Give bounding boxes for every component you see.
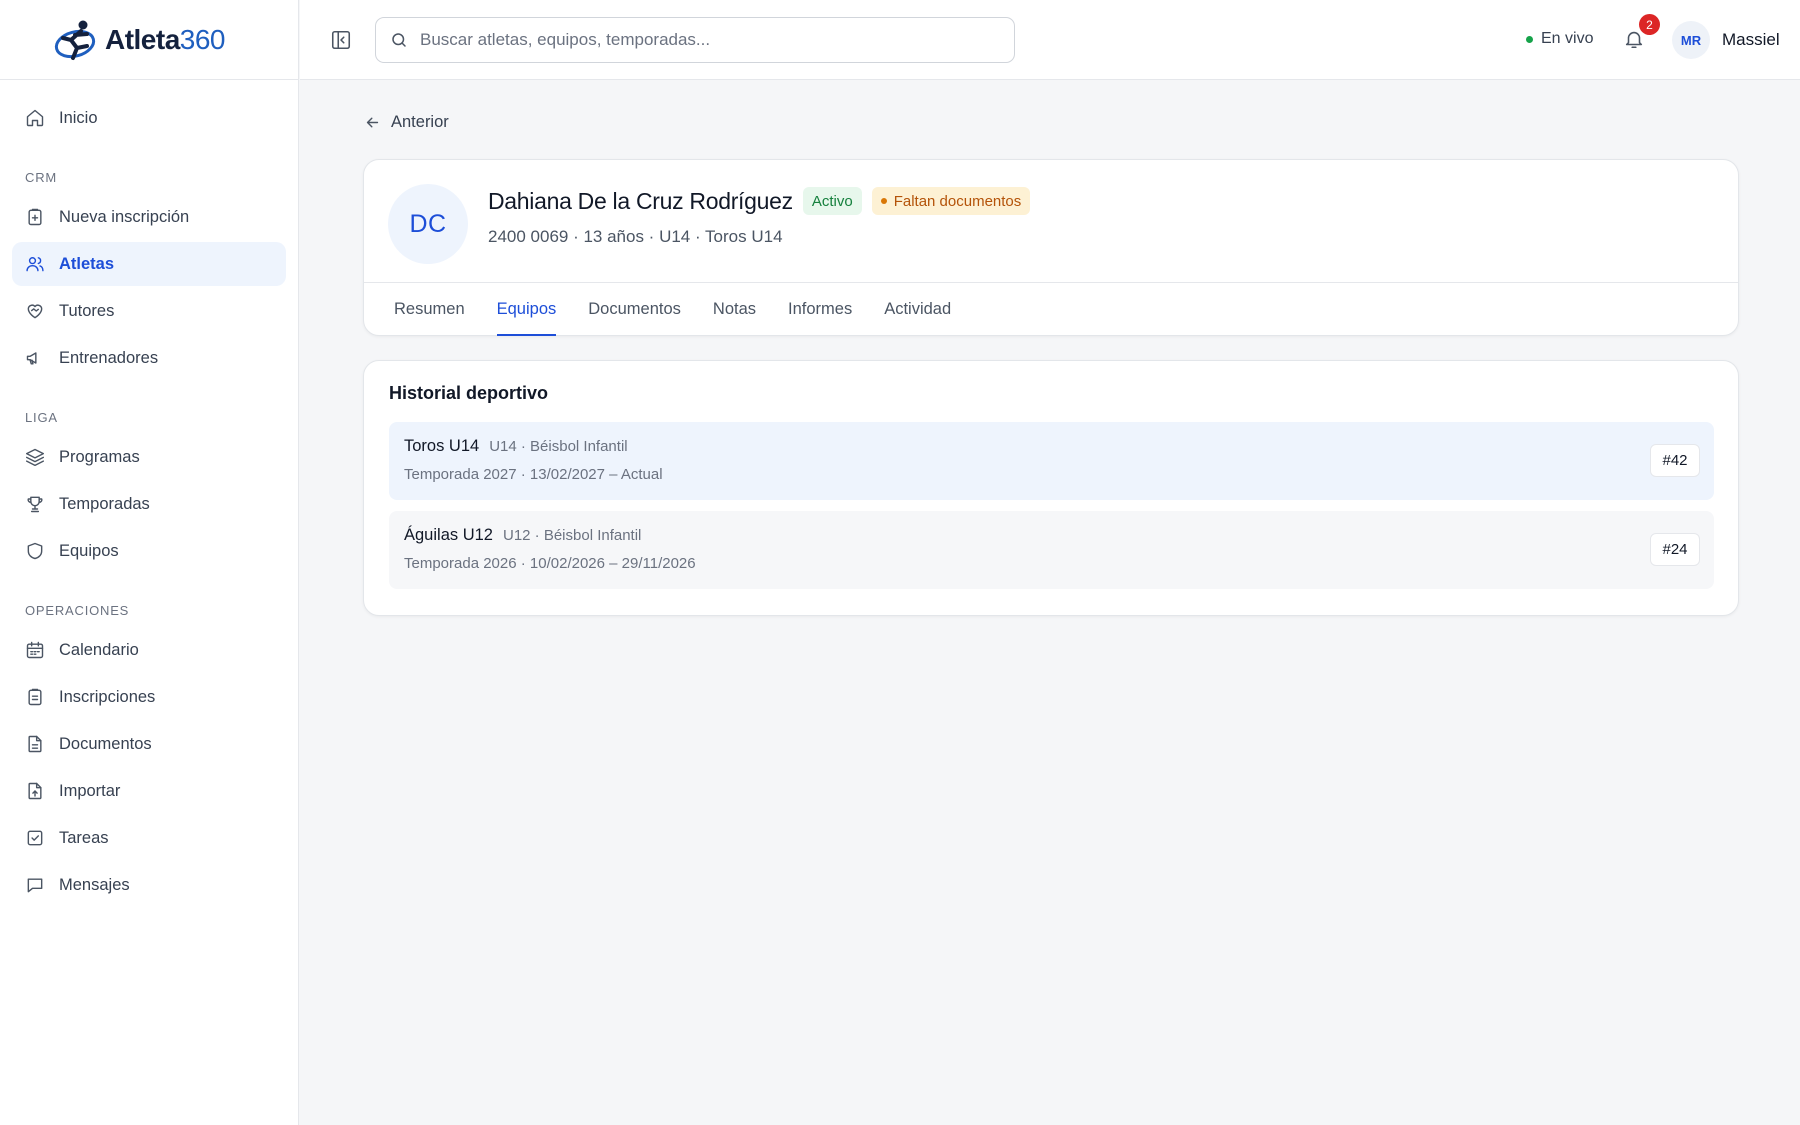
- team-season: Temporada 2026 · 10/02/2026 – 29/11/2026: [404, 555, 696, 572]
- sidebar-item-label: Calendario: [59, 640, 139, 659]
- sidebar-item-documentos[interactable]: Documentos: [12, 722, 286, 766]
- sidebar-item-label: Programas: [59, 447, 140, 466]
- user-menu[interactable]: MR Massiel: [1672, 21, 1780, 59]
- search-bar[interactable]: [375, 17, 1015, 63]
- sidebar-item-programas[interactable]: Programas: [12, 435, 286, 479]
- profile-header: DC Dahiana De la Cruz Rodríguez Activo F…: [364, 160, 1738, 283]
- avatar: MR: [1672, 21, 1710, 59]
- brand-name: Atleta360: [104, 23, 226, 55]
- sidebar-item-inicio[interactable]: Inicio: [12, 96, 286, 140]
- sidebar-item-nueva-inscripcion[interactable]: Nueva inscripción: [12, 195, 286, 239]
- athlete-avatar: DC: [388, 184, 468, 264]
- sidebar-nav: Inicio CRM Nueva inscripción Atletas Tut…: [0, 80, 298, 924]
- history-title: Historial deportivo: [389, 383, 549, 403]
- sidebar-item-atletas[interactable]: Atletas: [12, 242, 286, 286]
- clipboard-list-icon: [28, 688, 42, 706]
- tab-documentos[interactable]: Documentos: [588, 283, 681, 336]
- shield-icon: [27, 542, 43, 560]
- profile-tabs: Resumen Equipos Documentos Notas Informe…: [364, 283, 1738, 336]
- logo[interactable]: Atleta360: [0, 0, 298, 80]
- message-square-icon: [27, 878, 43, 893]
- team-history-row[interactable]: Águilas U12 U12 · Béisbol Infantil Tempo…: [389, 511, 1714, 589]
- tab-informes[interactable]: Informes: [788, 283, 852, 336]
- team-season: Temporada 2027 · 13/02/2027 – Actual: [404, 466, 663, 483]
- athlete-profile-card: DC Dahiana De la Cruz Rodríguez Activo F…: [363, 159, 1739, 336]
- sidebar-toggle-button[interactable]: [330, 29, 352, 51]
- sidebar-item-entrenadores[interactable]: Entrenadores: [12, 336, 286, 380]
- sidebar-item-calendario[interactable]: Calendario: [12, 628, 286, 672]
- live-label: En vivo: [1541, 30, 1594, 47]
- tab-actividad[interactable]: Actividad: [884, 283, 951, 336]
- back-label: Anterior: [391, 113, 449, 131]
- user-name: Massiel: [1722, 30, 1780, 49]
- sidebar-item-label: Atletas: [59, 254, 115, 273]
- panel-left-icon: [331, 30, 351, 50]
- clipboard-plus-icon: [28, 208, 42, 226]
- history-card: Historial deportivo Toros U14 U14 · Béis…: [363, 360, 1739, 616]
- team-category: U14 · Béisbol Infantil: [489, 438, 628, 455]
- home-icon: [26, 109, 44, 127]
- sidebar-item-label: Tutores: [59, 301, 115, 320]
- athlete-name: Dahiana De la Cruz Rodríguez: [488, 187, 793, 214]
- topbar: En vivo 2 MR Massiel: [300, 0, 1800, 80]
- athlete-logo-icon: [54, 20, 96, 60]
- trophy-icon: [27, 496, 43, 513]
- team-name: Toros U14: [404, 437, 480, 455]
- sidebar-item-label: Nueva inscripción: [59, 207, 190, 226]
- sidebar-item-importar[interactable]: Importar: [12, 769, 286, 813]
- heart-handshake-icon: [27, 304, 43, 319]
- team-category: U12 · Béisbol Infantil: [502, 527, 642, 544]
- jersey-number-badge: #42: [1650, 444, 1700, 477]
- notifications-button[interactable]: 2: [1623, 14, 1660, 52]
- tab-equipos[interactable]: Equipos: [496, 283, 556, 336]
- sidebar-item-label: Tareas: [59, 828, 109, 847]
- sidebar-section-crm: CRM: [25, 170, 58, 185]
- sidebar-item-temporadas[interactable]: Temporadas: [12, 482, 286, 526]
- back-link[interactable]: Anterior: [364, 113, 449, 132]
- live-status: En vivo: [1526, 30, 1593, 48]
- checkbox-icon: [27, 830, 43, 846]
- live-dot-icon: [1526, 35, 1533, 43]
- users-icon: [26, 257, 44, 272]
- status-badge: Activo: [802, 187, 862, 215]
- calendar-icon: [26, 641, 44, 659]
- sidebar: Atleta360 Inicio CRM Nueva inscripción A…: [0, 0, 299, 1125]
- megaphone-icon: [26, 352, 37, 365]
- sidebar-item-label: Inicio: [59, 108, 98, 127]
- file-upload-icon: [28, 782, 42, 800]
- sidebar-item-label: Importar: [59, 781, 121, 800]
- warning-dot-icon: [880, 198, 887, 204]
- main-content: Anterior DC Dahiana De la Cruz Rodríguez…: [300, 80, 1800, 1125]
- team-name: Águilas U12: [404, 526, 493, 544]
- sidebar-item-label: Mensajes: [59, 875, 130, 894]
- jersey-number-badge: #24: [1650, 533, 1700, 566]
- sidebar-item-tareas[interactable]: Tareas: [12, 816, 286, 860]
- arrow-left-icon: [366, 117, 379, 128]
- file-text-icon: [28, 735, 42, 753]
- warning-label: Faltan documentos: [893, 192, 1022, 210]
- athlete-meta: 2400 0069 · 13 años · U14 · Toros U14: [488, 227, 783, 246]
- sidebar-item-tutores[interactable]: Tutores: [12, 289, 286, 333]
- warning-badge: Faltan documentos: [871, 187, 1031, 215]
- sidebar-item-label: Equipos: [59, 541, 119, 560]
- search-input[interactable]: [420, 30, 1000, 50]
- sidebar-item-label: Documentos: [59, 734, 152, 753]
- sidebar-item-label: Inscripciones: [59, 687, 156, 706]
- notification-count-badge: 2: [1639, 14, 1660, 35]
- sidebar-item-label: Entrenadores: [59, 348, 159, 367]
- search-icon: [392, 33, 406, 47]
- sidebar-item-label: Temporadas: [59, 494, 150, 513]
- team-history-row[interactable]: Toros U14 U14 · Béisbol Infantil Tempora…: [389, 422, 1714, 500]
- tab-notas[interactable]: Notas: [713, 283, 756, 336]
- sidebar-item-equipos[interactable]: Equipos: [12, 529, 286, 573]
- sidebar-item-inscripciones[interactable]: Inscripciones: [12, 675, 286, 719]
- athlete-name-row: Dahiana De la Cruz Rodríguez Activo Falt…: [488, 187, 1031, 215]
- tab-resumen[interactable]: Resumen: [394, 283, 465, 336]
- sidebar-section-liga: LIGA: [25, 410, 58, 425]
- sidebar-section-operaciones: OPERACIONES: [25, 603, 130, 618]
- layers-icon: [25, 448, 45, 467]
- sidebar-item-mensajes[interactable]: Mensajes: [12, 863, 286, 907]
